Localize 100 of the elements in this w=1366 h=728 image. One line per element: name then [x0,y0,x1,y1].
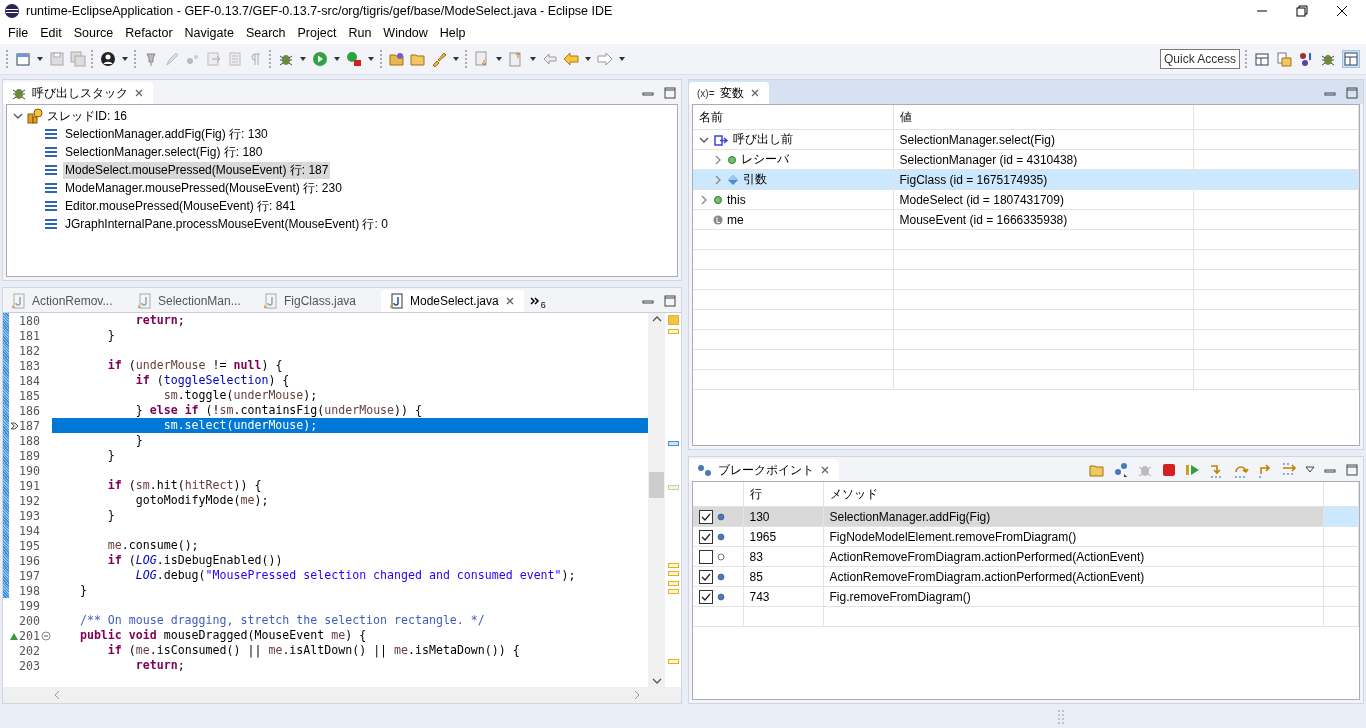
menu-item[interactable]: Source [67,26,120,40]
new-file-icon[interactable] [15,51,31,67]
run-icon[interactable] [312,51,328,67]
drop-to-frame-icon[interactable] [1281,462,1297,478]
editor-tab[interactable]: SelectionMan... [129,290,255,312]
open-folder-icon[interactable] [1089,462,1105,478]
menu-item[interactable]: Search [239,26,292,40]
breakpoints-tab[interactable]: ブレークポイント [689,459,839,481]
java-perspective-icon[interactable] [1343,51,1359,67]
view-menu-icon[interactable] [1305,465,1315,475]
column-header[interactable]: 行 [749,486,762,501]
resume-icon[interactable] [1185,462,1201,478]
collapsed-chevron-icon[interactable] [713,154,723,165]
line-number: 187 [19,418,40,433]
code-line: if (underMouse != null) { [106,358,283,372]
code-line: if (sm.hit(hitRect)) { [106,478,262,492]
checkbox[interactable] [699,509,713,524]
back-arrow-icon[interactable] [563,51,579,67]
checkbox[interactable] [699,569,713,584]
code-line: sm.select(underMouse); [162,418,318,432]
open-perspective-icon[interactable] [1254,51,1270,67]
scroll-right-icon[interactable] [633,690,641,700]
maximize-icon[interactable] [1345,86,1359,100]
menu-item[interactable]: Edit [34,26,68,40]
collapsed-chevron-icon[interactable] [713,174,723,185]
stack-frame[interactable]: SelectionManager.addFig(Fig) 行: 130 [63,125,270,143]
code-line: public void mouseDragged(MouseEvent me) { [78,628,367,642]
checkbox[interactable] [699,549,713,564]
breakpoint-group-icon[interactable] [1113,462,1129,478]
call-stack-tab[interactable]: 呼び出しスタック [3,82,153,104]
breakpoint-line: 130 [749,509,770,524]
expanded-chevron-icon[interactable] [13,111,23,121]
check-icon [701,511,711,522]
stack-frame[interactable]: SelectionManager.select(Fig) 行: 180 [63,143,265,161]
person-icon[interactable] [100,51,116,67]
menu-item[interactable]: Refactor [119,26,179,40]
last-edit-icon[interactable] [542,51,558,67]
column-header[interactable]: 値 [899,109,912,124]
stop-icon[interactable] [1161,462,1177,478]
diamond-icon [727,173,739,186]
code-line: if (LOG.isDebugEnabled()) [106,553,283,567]
checkbox[interactable] [699,589,713,604]
instruction-pointer-icon [9,420,19,431]
editor-tab[interactable]: ActionRemov... [3,290,129,312]
column-header[interactable]: 名前 [699,109,723,124]
close-icon[interactable] [133,87,145,99]
folder-icon[interactable] [410,51,426,67]
variable-value: SelectionManager.select(Fig) [899,132,1055,147]
line-number: 191 [19,478,40,493]
run-tools-icon[interactable] [346,51,362,67]
close-window-icon[interactable] [1336,5,1348,17]
pin-icon[interactable] [143,51,159,67]
collapsed-chevron-icon[interactable] [699,194,709,205]
column-header[interactable]: メソッド [829,486,878,501]
menu-item[interactable]: File [2,26,35,40]
code-line: } [106,448,115,462]
line-number: 200 [19,613,40,628]
menu-item[interactable]: Project [291,26,343,40]
stack-frame-icon [43,217,59,231]
stack-frame-icon [43,181,59,195]
menu-item[interactable]: Help [433,26,472,40]
scroll-down-icon[interactable] [651,677,662,685]
variables-tab[interactable]: (x)= 変数 [689,82,769,104]
brush-icon[interactable] [431,51,447,67]
stack-frame[interactable]: JGraphInternalPane.processMouseEvent(MouseEvent) 行: 0 [63,215,390,233]
fold-icon[interactable] [40,630,51,641]
editor-tab[interactable]: ModeSelect.java [381,290,524,312]
git-perspective-icon[interactable] [1298,51,1314,67]
code-line: } [106,328,115,342]
menu-item[interactable]: Run [342,26,378,40]
stack-frame[interactable]: ModeManager.mousePressed(MouseEvent) 行: 230 [63,179,344,197]
maximize-icon[interactable] [663,294,677,308]
scroll-up-icon[interactable] [651,315,662,323]
stack-frame[interactable]: ModeSelect.mousePressed(MouseEvent) 行: 187 [63,161,331,179]
thread-label[interactable]: スレッドID: 16 [47,107,127,125]
local-variable-icon [713,214,723,225]
menu-item[interactable]: Window [377,26,434,40]
code-line: } [78,583,87,597]
maximize-icon[interactable] [1345,463,1359,477]
forward-arrow-icon[interactable] [597,51,613,67]
line-number: 201 [19,628,40,643]
quick-access-field[interactable]: Quick Access [1160,49,1240,69]
maximize-icon[interactable] [663,86,677,100]
stack-frame[interactable]: Editor.mousePressed(MouseEvent) 行: 841 [63,197,298,215]
breakpoint-line: 85 [749,569,763,584]
restore-window-icon[interactable] [1296,5,1308,17]
close-icon[interactable] [819,464,831,476]
field-dot-icon [713,194,723,205]
checkbox[interactable] [699,529,713,544]
stack-frame-icon [43,145,59,159]
open-folder-icon[interactable] [389,51,405,67]
line-number: 189 [19,448,40,463]
menu-item[interactable]: Navigate [178,26,240,40]
step-return-icon[interactable] [1257,462,1273,478]
more-tabs-icon[interactable] [529,296,540,306]
editor-tab[interactable]: FigClass.java [255,290,381,312]
variable-name: レシーバ [741,151,789,168]
resource-perspective-icon[interactable] [1276,51,1292,67]
scroll-left-icon[interactable] [53,690,61,700]
scrollbar-thumb[interactable] [649,472,664,498]
